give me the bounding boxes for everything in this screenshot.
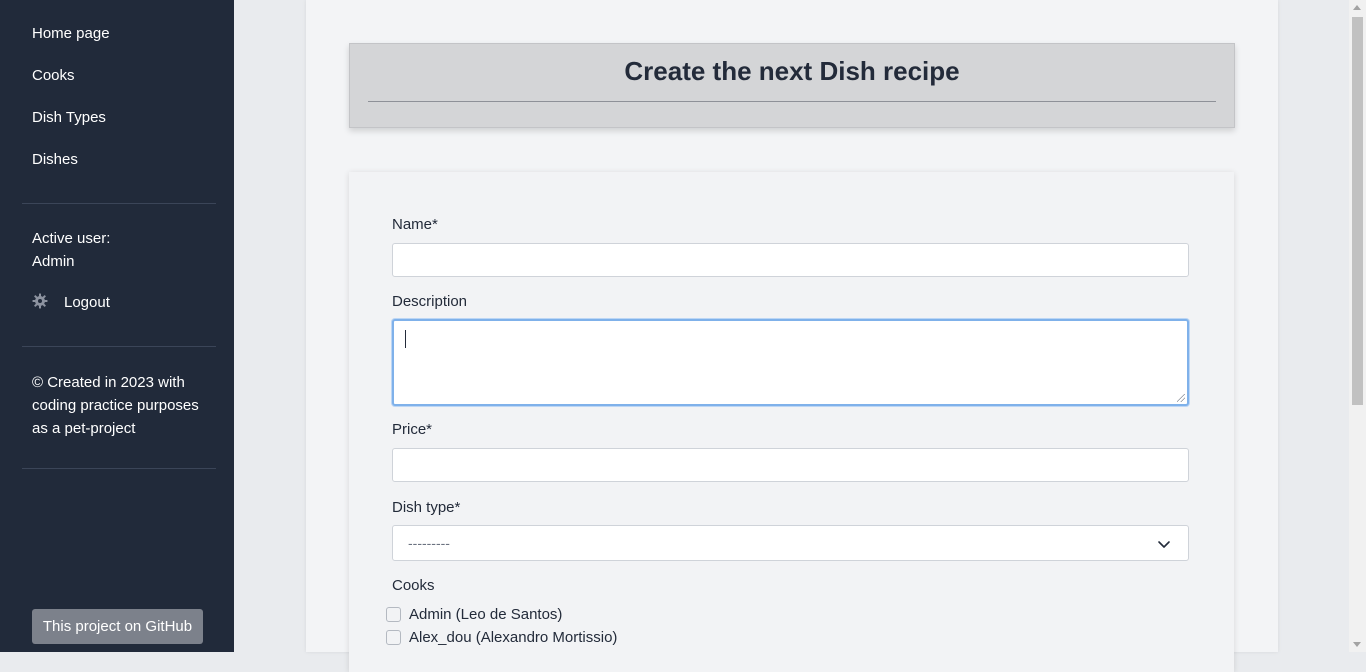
logout-link[interactable]: Logout: [32, 293, 110, 311]
dish-form: Name* Description Price* Dish type* ----…: [349, 172, 1234, 672]
cook-option-label: Alex_dou (Alexandro Mortissio): [409, 629, 618, 646]
description-label: Description: [392, 293, 468, 310]
footer-text-line-2: coding practice purposes: [32, 397, 199, 414]
cook-option[interactable]: Admin (Leo de Santos): [386, 606, 562, 623]
page-header: Create the next Dish recipe: [349, 43, 1235, 128]
scrollbar-thumb[interactable]: [1352, 17, 1363, 405]
active-user-label: Active user:: [32, 230, 111, 247]
scroll-up-arrow-icon[interactable]: [1353, 5, 1361, 10]
sidebar-divider: [22, 346, 216, 347]
cook-option[interactable]: Alex_dou (Alexandro Mortissio): [386, 629, 617, 646]
nav-home-page[interactable]: Home page: [32, 25, 110, 42]
page-title: Create the next Dish recipe: [624, 56, 960, 86]
main-content: Create the next Dish recipe Name* Descri…: [306, 0, 1278, 672]
scroll-down-arrow-icon[interactable]: [1353, 642, 1361, 647]
name-input[interactable]: [392, 243, 1189, 277]
active-user-name: Admin: [32, 253, 75, 270]
nav-dishes[interactable]: Dishes: [32, 151, 78, 168]
gear-icon: [32, 293, 50, 311]
cooks-label: Cooks: [392, 577, 435, 594]
cook-option-label: Admin (Leo de Santos): [409, 606, 563, 623]
sidebar-divider: [22, 468, 216, 469]
dish-type-select[interactable]: ---------: [392, 525, 1189, 561]
description-textarea[interactable]: [392, 319, 1189, 406]
name-label: Name*: [392, 216, 438, 233]
sidebar: Home page Cooks Dish Types Dishes Active…: [0, 0, 234, 652]
footer-text-line-1: © Created in 2023 with: [32, 374, 185, 391]
sidebar-divider: [22, 203, 216, 204]
header-divider: [368, 101, 1216, 102]
footer-text-line-3: as a pet-project: [32, 420, 136, 437]
cook-checkbox[interactable]: [386, 607, 401, 622]
cook-checkbox[interactable]: [386, 630, 401, 645]
price-input[interactable]: [392, 448, 1189, 482]
vertical-scrollbar[interactable]: [1349, 0, 1366, 652]
nav-cooks[interactable]: Cooks: [32, 67, 75, 84]
dish-type-label: Dish type*: [392, 499, 461, 516]
github-button[interactable]: This project on GitHub: [32, 609, 203, 644]
logout-label: Logout: [64, 293, 110, 311]
text-caret: [405, 330, 406, 348]
dish-type-selected-value: ---------: [408, 535, 450, 551]
nav-dish-types[interactable]: Dish Types: [32, 109, 106, 126]
resize-handle[interactable]: [1177, 394, 1185, 402]
price-label: Price*: [392, 421, 433, 438]
chevron-down-icon: [1157, 537, 1171, 551]
